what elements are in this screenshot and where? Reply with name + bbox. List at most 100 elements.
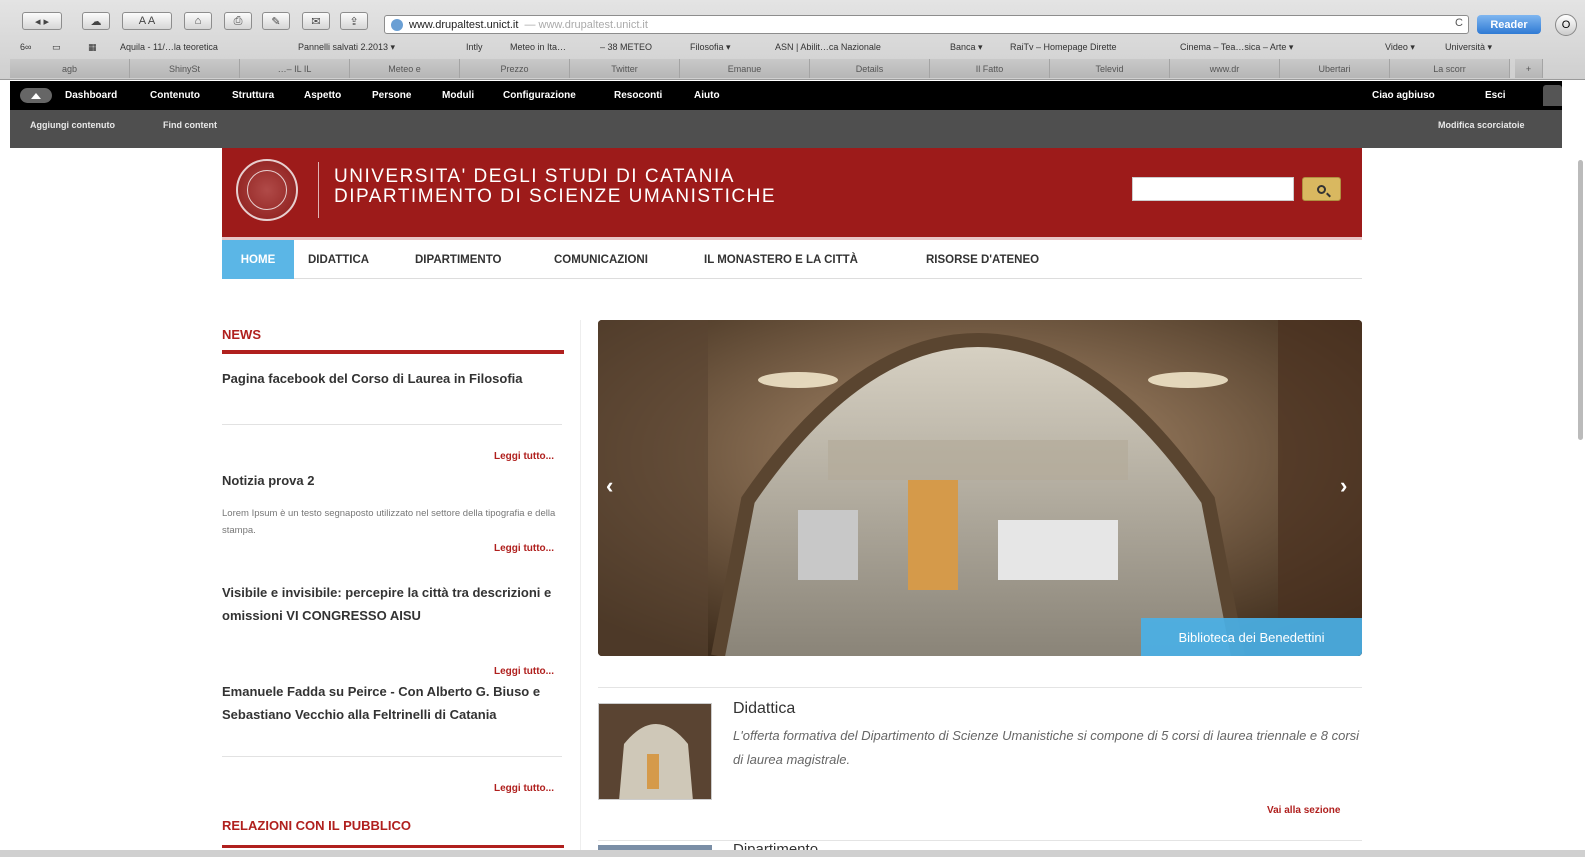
admin-menu-contenuto[interactable]: Contenuto [150,90,200,101]
admin-user-greeting[interactable]: Ciao agbiuso [1372,90,1435,101]
bookmark-item[interactable]: Banca ▾ [950,42,983,53]
admin-menu-persone[interactable]: Persone [372,90,411,101]
admin-menu-resoconti[interactable]: Resoconti [614,90,662,101]
tab-bar: agb ShinySt …– IL IL Meteo e Prezzo Twit… [0,59,1585,78]
browser-tab[interactable]: Emanue [680,59,810,78]
news-separator [222,424,562,425]
print-icon[interactable]: ⎙ [224,12,252,30]
reload-icon[interactable]: C [1455,17,1463,29]
browser-tab[interactable]: Details [810,59,930,78]
address-bar[interactable]: www.drupaltest.unict.it — www.drupaltest… [384,15,1469,34]
mail-icon[interactable]: ✉ [302,12,330,30]
share-icon[interactable]: ⇪ [340,12,368,30]
university-seal-logo[interactable] [236,159,298,221]
browser-tab[interactable]: Televid [1050,59,1170,78]
didattica-thumbnail[interactable] [598,703,712,800]
reading-list-icon[interactable]: 6∞ [20,42,31,52]
image-slider[interactable]: ‹ › Biblioteca dei Benedettini [598,320,1362,656]
news-heading: NEWS [222,327,261,342]
bookmark-item[interactable]: Cinema – Tea…sica – Arte ▾ [1180,42,1293,53]
admin-home-icon[interactable] [20,88,52,103]
nav-didattica[interactable]: DIDATTICA [308,240,369,279]
admin-logout-link[interactable]: Esci [1485,90,1506,101]
nav-home[interactable]: HOME [222,240,294,279]
main-nav: HOME DIDATTICA DIPARTIMENTO COMUNICAZION… [222,240,1362,279]
header-divider [318,162,319,218]
column-divider [580,320,581,857]
shortcut-find-content[interactable]: Find content [163,120,217,130]
didattica-section-link[interactable]: Vai alla sezione [1267,805,1340,816]
shortcuts-toggle[interactable] [1543,85,1562,106]
news-item-title[interactable]: Visibile e invisibile: percepire la citt… [222,581,562,627]
bookmark-item[interactable]: Intly [466,42,483,52]
text-size-buttons[interactable]: A A [122,12,172,30]
browser-tab[interactable]: La scorr [1390,59,1510,78]
bookmark-item[interactable]: Meteo in Ita… [510,42,566,52]
bookmark-item[interactable]: – 38 METEO [600,42,652,52]
new-tab-button[interactable]: + [1515,59,1543,78]
slider-caption[interactable]: Biblioteca dei Benedettini [1141,618,1362,656]
home-icon[interactable]: ⌂ [184,12,212,30]
slider-next-arrow[interactable]: › [1340,473,1347,499]
dipartimento-title[interactable]: Dipartimento [733,841,818,850]
browser-toolbar: ◂ ▸ ☁ A A ⌂ ⎙ ✎ ✉ ⇪ www.drupaltest.unict… [0,4,1585,36]
nav-dipartimento[interactable]: DIPARTIMENTO [415,240,501,279]
bookmark-item[interactable]: RaiTv – Homepage Dirette [1010,42,1117,52]
site-search-input[interactable] [1132,177,1294,201]
top-sites-icon[interactable]: ▦ [88,42,97,53]
browser-tab[interactable]: …– IL IL [240,59,350,78]
admin-menu-configurazione[interactable]: Configurazione [503,90,576,101]
relazioni-rule [222,845,564,848]
read-more-link[interactable]: Leggi tutto... [494,666,554,677]
bookmark-item[interactable]: Filosofia ▾ [690,42,731,53]
bookmark-item[interactable]: ASN | Abilit…ca Nazionale [775,42,881,52]
site-title-line1: UNIVERSITA' DEGLI STUDI DI CATANIA [334,166,735,187]
admin-menu-aspetto[interactable]: Aspetto [304,90,341,101]
cloud-icon[interactable]: ☁ [82,12,110,30]
search-icon [1317,184,1326,194]
news-item-title[interactable]: Pagina facebook del Corso di Laurea in F… [222,367,562,390]
browser-tab[interactable]: ShinySt [130,59,240,78]
browser-tab[interactable]: agb [10,59,130,78]
block-separator [598,687,1362,688]
admin-menu-aiuto[interactable]: Aiuto [694,90,720,101]
shortcut-add-content[interactable]: Aggiungi contenuto [30,120,115,130]
admin-menu-moduli[interactable]: Moduli [442,90,474,101]
bookmark-item[interactable]: Università ▾ [1445,42,1492,53]
reader-button[interactable]: Reader [1477,15,1541,34]
site-title-line2: DIPARTIMENTO DI SCIENZE UMANISTICHE [334,186,777,207]
back-forward-buttons[interactable]: ◂ ▸ [22,12,62,30]
browser-status-bar [0,850,1585,857]
library-photo [598,320,1362,656]
slider-prev-arrow[interactable]: ‹ [606,473,613,499]
browser-tab[interactable]: Twitter [570,59,680,78]
nav-comunicazioni[interactable]: COMUNICAZIONI [554,240,648,279]
read-more-link[interactable]: Leggi tutto... [494,451,554,462]
browser-tab[interactable]: Ubertari [1280,59,1390,78]
browser-tab[interactable]: www.dr [1170,59,1280,78]
page-scrollbar[interactable] [1578,160,1583,440]
edit-shortcuts-link[interactable]: Modifica scorciatoie [1438,120,1525,130]
shortcut-bar: Aggiungi contenuto Find content Modifica… [10,110,1562,148]
nav-risorse-ateneo[interactable]: RISORSE D'ATENEO [926,240,1039,279]
site-search-button[interactable] [1302,177,1341,201]
read-more-link[interactable]: Leggi tutto... [494,783,554,794]
downloads-icon[interactable]: O [1555,14,1577,36]
admin-menu-struttura[interactable]: Struttura [232,90,274,101]
admin-menu-dashboard[interactable]: Dashboard [65,90,117,101]
news-item-title[interactable]: Emanuele Fadda su Peirce - Con Alberto G… [222,680,562,726]
edit-icon[interactable]: ✎ [262,12,290,30]
browser-tab[interactable]: Prezzo [460,59,570,78]
didattica-title[interactable]: Didattica [733,700,795,718]
bookmarks-bar: 6∞ ▭ ▦ Aquila - 11/…la teoretica Pannell… [0,39,1585,56]
browser-tab[interactable]: Il Fatto [930,59,1050,78]
bookmark-item[interactable]: Aquila - 11/…la teoretica [120,42,218,52]
bookmarks-book-icon[interactable]: ▭ [52,42,61,53]
read-more-link[interactable]: Leggi tutto... [494,543,554,554]
browser-tab[interactable]: Meteo e [350,59,460,78]
nav-monastero-citta[interactable]: IL MONASTERO E LA CITTÀ [704,240,858,279]
bookmark-item[interactable]: Pannelli salvati 2.2013 ▾ [298,42,395,53]
bookmark-item[interactable]: Video ▾ [1385,42,1415,53]
browser-chrome: ◂ ▸ ☁ A A ⌂ ⎙ ✎ ✉ ⇪ www.drupaltest.unict… [0,0,1585,80]
news-item-title[interactable]: Notizia prova 2 [222,469,562,492]
